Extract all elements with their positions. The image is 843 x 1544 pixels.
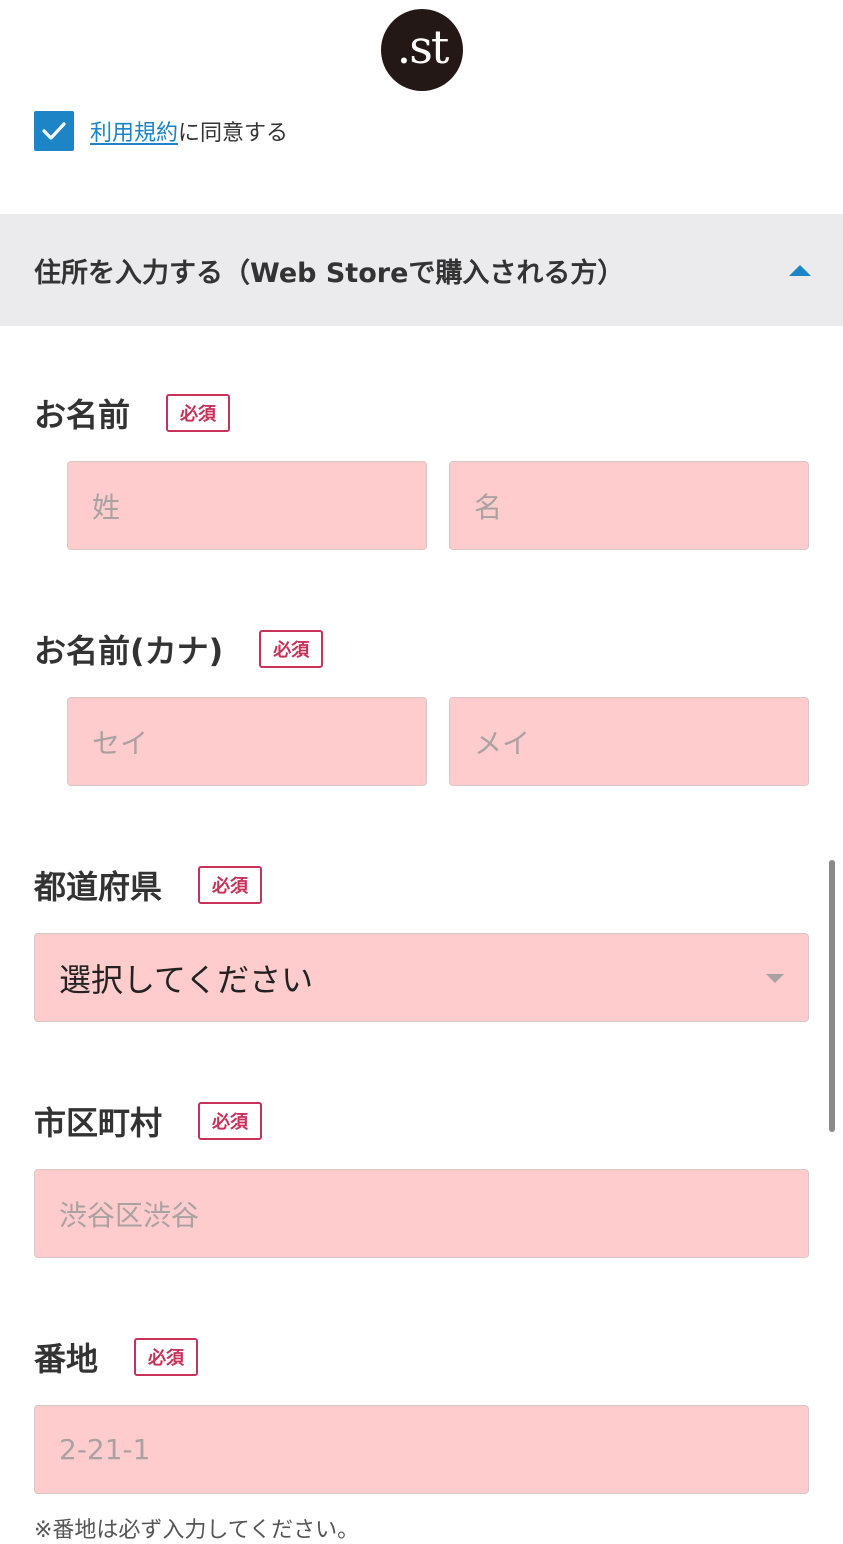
- last-name-input[interactable]: 姓: [67, 461, 427, 550]
- chevron-down-icon: [766, 974, 784, 983]
- first-name-input[interactable]: 名: [449, 461, 809, 550]
- brand-logo-text: .st: [396, 20, 450, 74]
- name-label: お名前: [34, 396, 131, 434]
- first-name-placeholder: 名: [474, 490, 503, 524]
- prefecture-select[interactable]: 選択してください: [34, 933, 809, 1022]
- name-field-label: お名前 必須: [34, 391, 231, 435]
- collapse-caret-icon[interactable]: [789, 264, 811, 276]
- required-badge: 必須: [198, 866, 263, 904]
- first-name-kana-input[interactable]: メイ: [449, 697, 809, 786]
- kana-label: お名前(カナ): [34, 632, 224, 670]
- street-input[interactable]: 2-21-1: [34, 1405, 809, 1494]
- scrollbar-thumb[interactable]: [829, 860, 835, 1132]
- required-badge: 必須: [166, 394, 231, 432]
- checkmark-icon: [42, 122, 66, 140]
- street-placeholder: 2-21-1: [59, 1433, 151, 1466]
- street-field-label: 番地 必須: [34, 1335, 199, 1379]
- street-label: 番地: [34, 1340, 99, 1378]
- prefecture-field-label: 都道府県 必須: [34, 863, 263, 907]
- first-name-kana-placeholder: メイ: [474, 726, 531, 760]
- city-label: 市区町村: [34, 1104, 163, 1142]
- terms-link[interactable]: 利用規約: [90, 121, 178, 146]
- last-name-placeholder: 姓: [92, 490, 121, 524]
- kana-field-label: お名前(カナ) 必須: [34, 627, 324, 671]
- last-name-kana-input[interactable]: セイ: [67, 697, 427, 786]
- address-section-header[interactable]: 住所を入力する（Web Storeで購入される方）: [0, 214, 843, 326]
- required-badge: 必須: [259, 630, 324, 668]
- terms-agreement-row: 利用規約に同意する: [34, 110, 288, 152]
- terms-suffix: に同意する: [178, 121, 289, 146]
- city-field-label: 市区町村 必須: [34, 1099, 263, 1143]
- required-badge: 必須: [198, 1102, 263, 1140]
- city-placeholder: 渋谷区渋谷: [59, 1198, 200, 1232]
- address-section-title: 住所を入力する（Web Storeで購入される方）: [34, 257, 625, 289]
- terms-checkbox[interactable]: [34, 111, 74, 151]
- prefecture-selected-value: 選択してください: [59, 960, 314, 999]
- required-badge: 必須: [134, 1338, 199, 1376]
- last-name-kana-placeholder: セイ: [92, 726, 149, 760]
- brand-logo: .st: [381, 9, 463, 91]
- terms-label: 利用規約に同意する: [90, 115, 288, 147]
- prefecture-label: 都道府県: [34, 868, 163, 906]
- street-note: ※番地は必ず入力してください。: [34, 1518, 360, 1543]
- city-input[interactable]: 渋谷区渋谷: [34, 1169, 809, 1258]
